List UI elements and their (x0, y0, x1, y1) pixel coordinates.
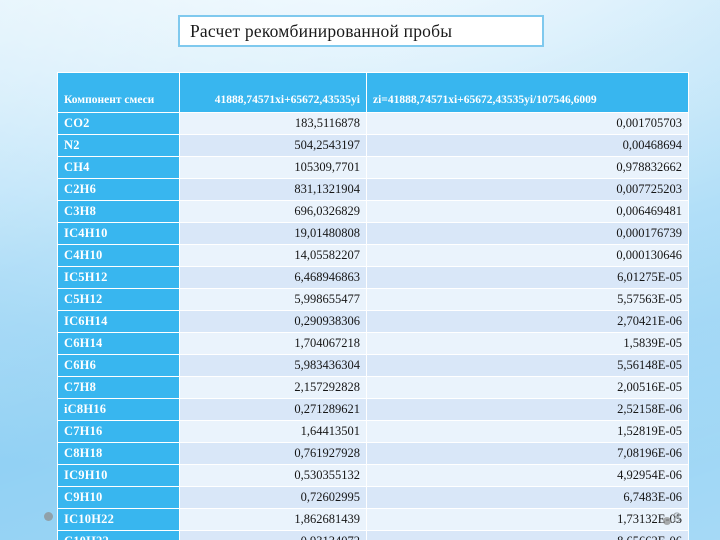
cell-mix-value: 1,64413501 (179, 420, 367, 443)
table-row: C2H6 831,1321904 0,007725203 (57, 178, 689, 201)
cell-component: C2H6 (57, 178, 180, 201)
cell-zi-value: 8,65662E-06 (366, 530, 689, 540)
recombined-sample-table-wrapper: Компонент смеси 41888,74571xi+65672,4353… (57, 72, 689, 540)
column-header-mix: 41888,74571xi+65672,43535yi (179, 72, 367, 113)
cell-mix-value: 5,998655477 (179, 288, 367, 311)
cell-component: CO2 (57, 112, 180, 135)
cell-mix-value: 0,761927928 (179, 442, 367, 465)
decorative-dot-right (663, 517, 671, 525)
table-row: CO2 183,5116878 0,001705703 (57, 112, 689, 135)
decorative-dot-left (44, 512, 53, 521)
cell-component: C7H8 (57, 376, 180, 399)
table-body: CO2 183,5116878 0,001705703 N2 504,2543197 0,… (57, 112, 689, 540)
column-header-component: Компонент смеси (57, 72, 180, 113)
cell-mix-value: 504,2543197 (179, 134, 367, 157)
cell-component: C4H10 (57, 244, 180, 267)
table-row: IC9H10 0,530355132 4,92954E-06 (57, 464, 689, 487)
cell-zi-value: 2,70421E-06 (366, 310, 689, 333)
table-row: C5H12 5,998655477 5,57563E-05 (57, 288, 689, 311)
cell-zi-value: 0,000130646 (366, 244, 689, 267)
cell-component: C10H22 (57, 530, 180, 540)
table-row: CH4 105309,7701 0,978832662 (57, 156, 689, 179)
table-row: C8H18 0,761927928 7,08196E-06 (57, 442, 689, 465)
table-row: IC6H14 0,290938306 2,70421E-06 (57, 310, 689, 333)
cell-component: C6H6 (57, 354, 180, 377)
table-row: C7H16 1,64413501 1,52819E-05 (57, 420, 689, 443)
cell-mix-value: 105309,7701 (179, 156, 367, 179)
cell-mix-value: 6,468946863 (179, 266, 367, 289)
table-row: C9H10 0,72602995 6,7483E-06 (57, 486, 689, 509)
slide-canvas: Расчет рекомбинированной пробы Компонент… (0, 0, 720, 540)
page-number: 8 (673, 509, 681, 525)
cell-component: C6H14 (57, 332, 180, 355)
cell-mix-value: 0,530355132 (179, 464, 367, 487)
cell-component: IC4H10 (57, 222, 180, 245)
cell-mix-value: 831,1321904 (179, 178, 367, 201)
cell-zi-value: 5,56148E-05 (366, 354, 689, 377)
cell-zi-value: 0,978832662 (366, 156, 689, 179)
cell-component: IC10H22 (57, 508, 180, 531)
cell-zi-value: 6,01275E-05 (366, 266, 689, 289)
cell-mix-value: 0,290938306 (179, 310, 367, 333)
table-row: C3H8 696,0326829 0,006469481 (57, 200, 689, 223)
cell-mix-value: 19,01480808 (179, 222, 367, 245)
table-row: iC8H16 0,271289621 2,52158E-06 (57, 398, 689, 421)
cell-component: CH4 (57, 156, 180, 179)
cell-component: C9H10 (57, 486, 180, 509)
cell-zi-value: 0,006469481 (366, 200, 689, 223)
cell-mix-value: 2,157292828 (179, 376, 367, 399)
cell-mix-value: 0,271289621 (179, 398, 367, 421)
cell-zi-value: 7,08196E-06 (366, 442, 689, 465)
cell-zi-value: 2,00516E-05 (366, 376, 689, 399)
cell-zi-value: 6,7483E-06 (366, 486, 689, 509)
column-header-zi: zi=41888,74571xi+65672,43535yi/107546,60… (366, 72, 689, 113)
cell-zi-value: 0,001705703 (366, 112, 689, 135)
cell-mix-value: 0,93134072 (179, 530, 367, 540)
cell-mix-value: 1,704067218 (179, 332, 367, 355)
cell-component: C3H8 (57, 200, 180, 223)
table-row: C6H6 5,983436304 5,56148E-05 (57, 354, 689, 377)
table-row: IC4H10 19,01480808 0,000176739 (57, 222, 689, 245)
cell-mix-value: 696,0326829 (179, 200, 367, 223)
table-header-row: Компонент смеси 41888,74571xi+65672,4353… (57, 72, 689, 113)
table-row: N2 504,2543197 0,00468694 (57, 134, 689, 157)
cell-mix-value: 183,5116878 (179, 112, 367, 135)
cell-zi-value: 0,007725203 (366, 178, 689, 201)
cell-component: IC6H14 (57, 310, 180, 333)
cell-mix-value: 5,983436304 (179, 354, 367, 377)
cell-component: C8H18 (57, 442, 180, 465)
cell-mix-value: 1,862681439 (179, 508, 367, 531)
table-row: C6H14 1,704067218 1,5839E-05 (57, 332, 689, 355)
cell-component: iC8H16 (57, 398, 180, 421)
table-header: Компонент смеси 41888,74571xi+65672,4353… (57, 72, 689, 113)
table-row: C4H10 14,05582207 0,000130646 (57, 244, 689, 267)
cell-component: IC9H10 (57, 464, 180, 487)
cell-zi-value: 1,52819E-05 (366, 420, 689, 443)
cell-component: IC5H12 (57, 266, 180, 289)
cell-zi-value: 2,52158E-06 (366, 398, 689, 421)
table-row: C7H8 2,157292828 2,00516E-05 (57, 376, 689, 399)
cell-component: C7H16 (57, 420, 180, 443)
recombined-sample-table: Компонент смеси 41888,74571xi+65672,4353… (57, 72, 689, 540)
cell-component: N2 (57, 134, 180, 157)
slide-title-box: Расчет рекомбинированной пробы (178, 15, 544, 47)
cell-component: C5H12 (57, 288, 180, 311)
cell-mix-value: 0,72602995 (179, 486, 367, 509)
cell-zi-value: 0,000176739 (366, 222, 689, 245)
cell-zi-value: 5,57563E-05 (366, 288, 689, 311)
page-title: Расчет рекомбинированной пробы (190, 20, 453, 41)
cell-zi-value: 4,92954E-06 (366, 464, 689, 487)
table-row: IC5H12 6,468946863 6,01275E-05 (57, 266, 689, 289)
cell-zi-value: 0,00468694 (366, 134, 689, 157)
cell-zi-value: 1,73132E-05 (366, 508, 689, 531)
table-row: C10H220,931340728,65662E-06 (57, 530, 689, 540)
cell-zi-value: 1,5839E-05 (366, 332, 689, 355)
table-row: IC10H22 1,862681439 1,73132E-05 (57, 508, 689, 531)
cell-mix-value: 14,05582207 (179, 244, 367, 267)
